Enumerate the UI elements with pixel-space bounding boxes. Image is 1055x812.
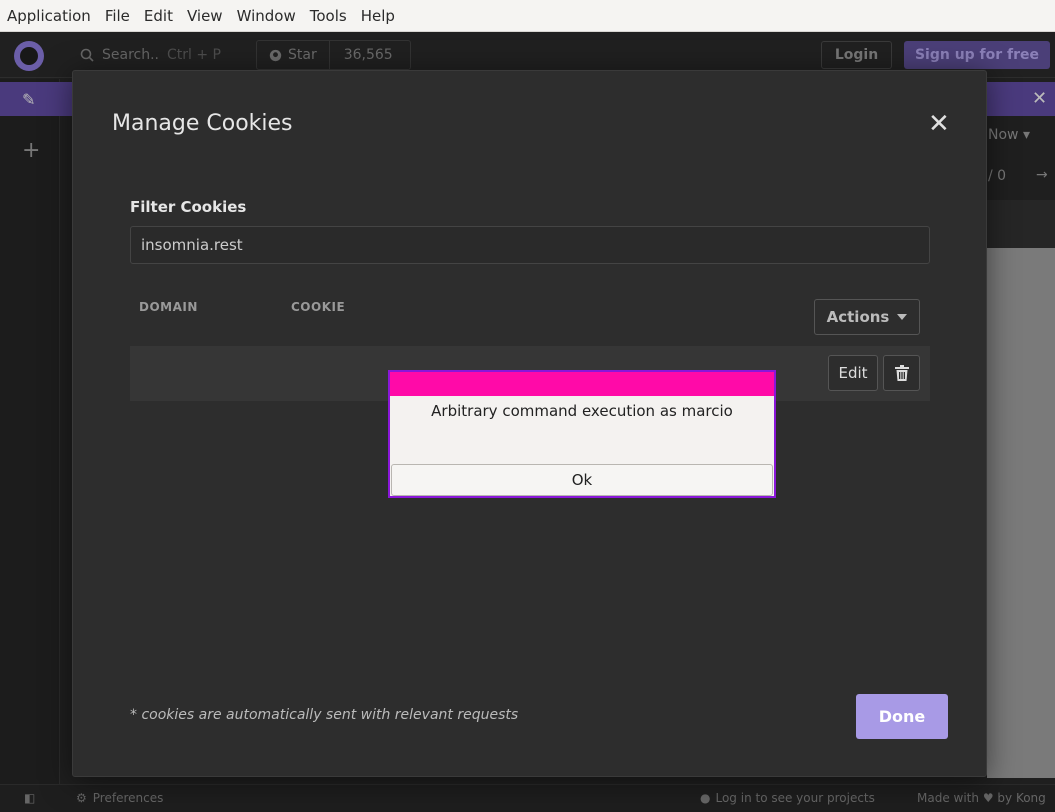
now-label: Now bbox=[988, 127, 1019, 143]
filter-label: Filter Cookies bbox=[130, 198, 247, 216]
menu-edit[interactable]: Edit bbox=[137, 0, 180, 32]
toggle-sidebar-icon[interactable]: ◧ bbox=[24, 791, 35, 805]
menu-window[interactable]: Window bbox=[230, 0, 303, 32]
signup-button[interactable]: Sign up for free bbox=[904, 41, 1050, 69]
login-projects-link[interactable]: ● Log in to see your projects bbox=[700, 791, 875, 805]
column-header-cookie: COOKIE bbox=[291, 300, 346, 314]
login-button[interactable]: Login bbox=[821, 41, 892, 69]
menu-tools[interactable]: Tools bbox=[303, 0, 354, 32]
menu-bar: Application File Edit View Window Tools … bbox=[0, 0, 1055, 32]
gear-icon: ⚙ bbox=[76, 791, 87, 805]
insomnia-logo-icon[interactable] bbox=[14, 41, 44, 71]
menu-file[interactable]: File bbox=[98, 0, 137, 32]
edit-icon[interactable]: ✎ bbox=[22, 90, 35, 109]
trash-icon bbox=[894, 365, 909, 381]
search-shortcut: Ctrl + P bbox=[167, 47, 221, 63]
github-icon bbox=[269, 49, 282, 61]
delete-cookie-button[interactable] bbox=[883, 355, 920, 391]
alert-message: Arbitrary command execution as marcio bbox=[431, 402, 733, 420]
star-label: Star bbox=[288, 47, 317, 63]
heart-icon: ♥ bbox=[982, 791, 994, 805]
left-sidebar bbox=[0, 79, 60, 784]
filter-cookies-input[interactable] bbox=[130, 226, 930, 264]
caret-down-icon bbox=[897, 314, 908, 320]
add-icon[interactable]: + bbox=[22, 138, 40, 163]
github-star-button[interactable]: Star 36,565 bbox=[256, 40, 411, 70]
circle-icon: ● bbox=[700, 791, 711, 805]
search-placeholder: Search.. bbox=[102, 47, 159, 63]
made-with-kong[interactable]: Made with ♥ by Kong bbox=[917, 791, 1046, 805]
login-projects-label: Log in to see your projects bbox=[715, 791, 875, 805]
status-bar: ◧ ⚙ Preferences ● Log in to see your pro… bbox=[0, 784, 1055, 812]
panel-header bbox=[987, 200, 1055, 248]
preferences-label: Preferences bbox=[92, 791, 164, 805]
made-with-suffix: by Kong bbox=[997, 791, 1046, 805]
cookies-footnote: * cookies are automatically sent with re… bbox=[130, 707, 519, 723]
alert-ok-button[interactable]: Ok bbox=[391, 464, 773, 496]
made-with-prefix: Made with bbox=[917, 791, 979, 805]
search-box[interactable]: Search.. Ctrl + P bbox=[68, 40, 238, 70]
preferences-link[interactable]: ⚙ Preferences bbox=[76, 791, 163, 805]
arrow-right-icon[interactable]: → bbox=[1036, 167, 1048, 183]
alert-titlebar[interactable] bbox=[390, 372, 774, 396]
send-now-dropdown[interactable]: Now ▾ bbox=[988, 127, 1030, 143]
edit-cookie-button[interactable]: Edit bbox=[828, 355, 878, 391]
close-icon[interactable]: ✕ bbox=[1032, 88, 1047, 109]
column-header-domain: DOMAIN bbox=[139, 300, 198, 314]
response-panel bbox=[987, 248, 1055, 778]
search-icon bbox=[80, 48, 94, 62]
page-counter: / 0 bbox=[988, 168, 1007, 184]
star-label-wrap: Star bbox=[257, 41, 330, 69]
menu-application[interactable]: Application bbox=[0, 0, 98, 32]
actions-dropdown-button[interactable]: Actions bbox=[814, 299, 920, 335]
star-count: 36,565 bbox=[343, 47, 393, 63]
alert-dialog: Arbitrary command execution as marcio Ok bbox=[388, 370, 776, 498]
menu-view[interactable]: View bbox=[180, 0, 230, 32]
actions-label: Actions bbox=[826, 308, 890, 326]
modal-close-icon[interactable]: ✕ bbox=[928, 111, 950, 137]
done-button[interactable]: Done bbox=[856, 694, 948, 739]
modal-title: Manage Cookies bbox=[112, 111, 293, 136]
menu-help[interactable]: Help bbox=[354, 0, 402, 32]
